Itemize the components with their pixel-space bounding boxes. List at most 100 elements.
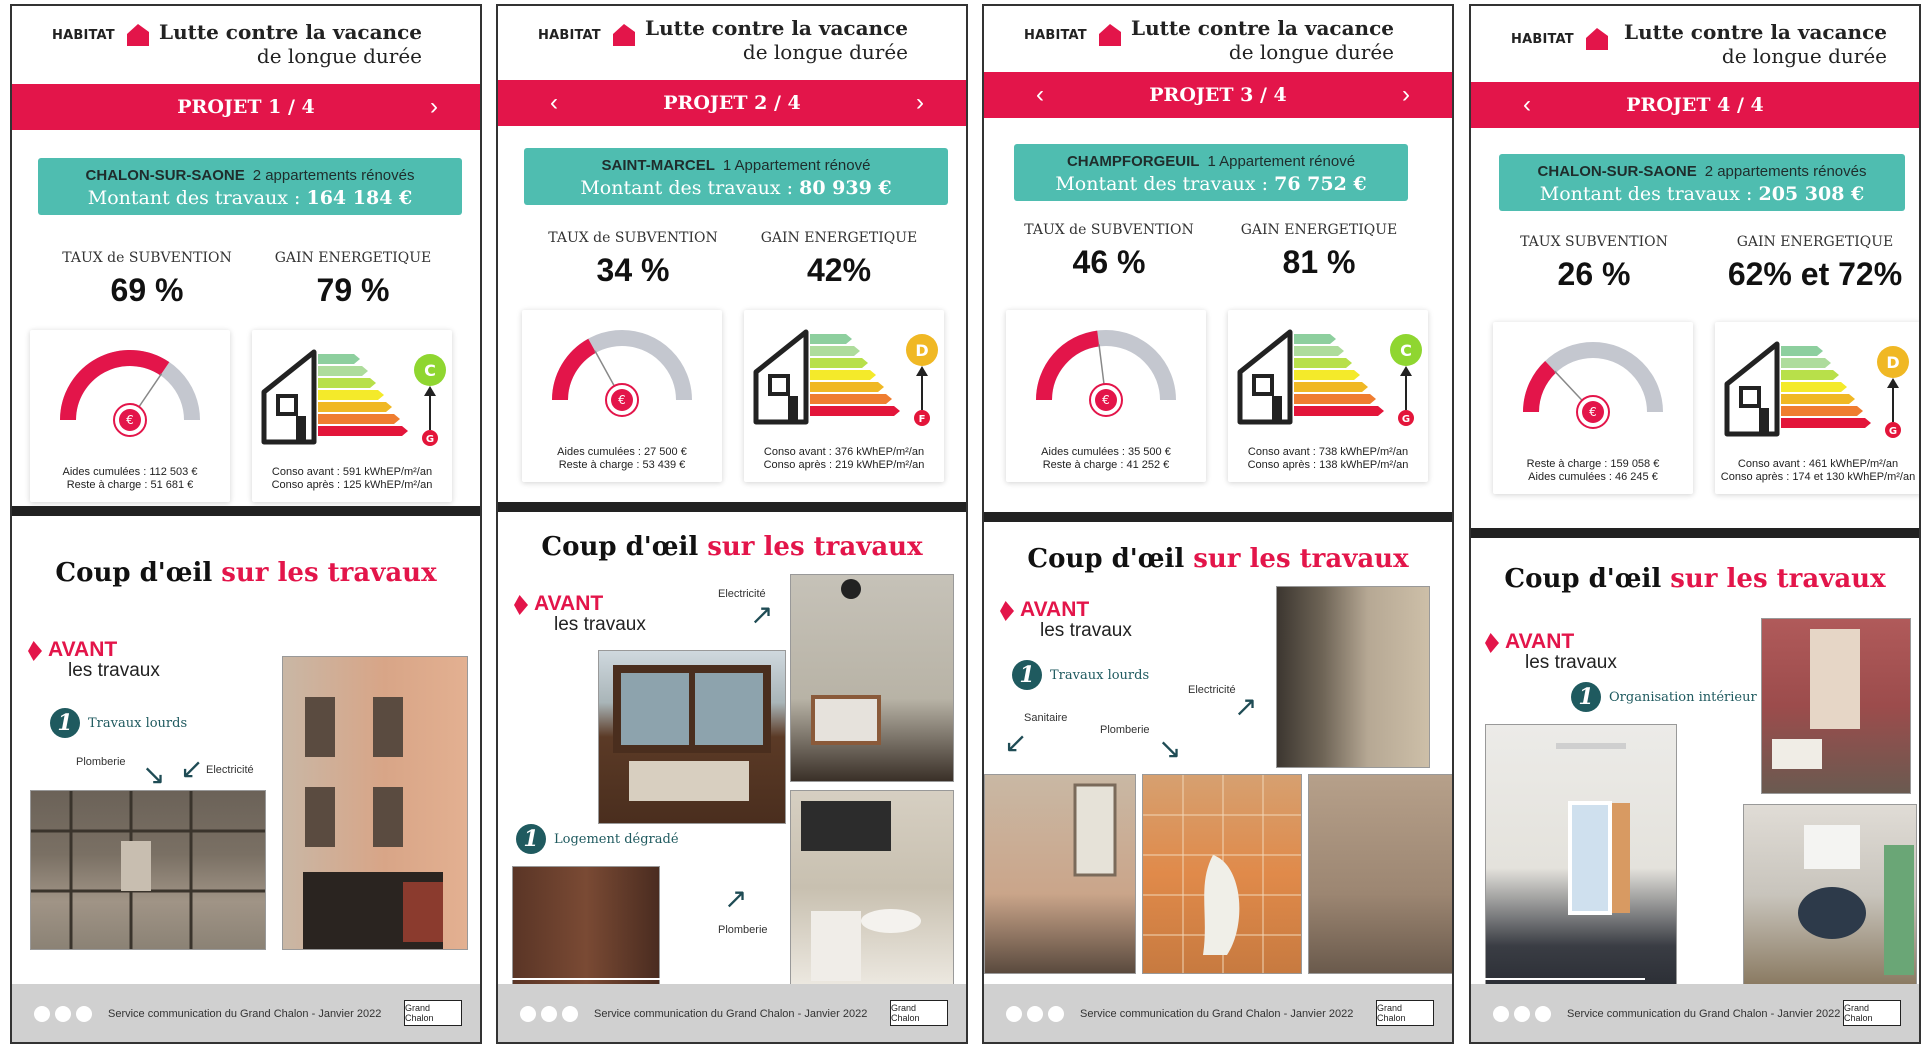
before-photo-2[interactable] <box>1761 618 1911 794</box>
work-type-label: Organisation intérieur <box>1609 689 1757 705</box>
room-image <box>1073 783 1117 877</box>
title-line2: de longue durée <box>256 44 422 68</box>
amount-label: Montant des travaux : <box>580 177 794 199</box>
aid-line2: Reste à charge : 41 252 € <box>1042 459 1170 471</box>
amount-label: Montant des travaux : <box>1055 173 1269 195</box>
energy-band <box>1781 370 1839 380</box>
habitat-house-icon <box>1098 24 1121 46</box>
amount-value: 80 939 € <box>799 177 892 199</box>
prev-project-button[interactable]: ‹ <box>1507 82 1547 128</box>
energy-band <box>810 370 876 380</box>
before-photo-3[interactable] <box>512 866 660 986</box>
amount-value: 205 308 € <box>1758 183 1865 205</box>
energy-band <box>1781 346 1823 356</box>
before-photo-3[interactable] <box>1743 804 1917 986</box>
subsidy-gauge: € <box>60 350 200 437</box>
project-navbar: PROJET 1 / 4 › <box>12 84 480 130</box>
before-label: AVANT les travaux <box>26 638 160 682</box>
next-project-button[interactable]: › <box>1386 72 1426 118</box>
subsidy-stat: TAUX de SUBVENTION 46 % <box>1014 222 1204 281</box>
house-door-icon <box>1759 408 1769 434</box>
brand-name: HABITAT <box>538 27 601 43</box>
before-subtitle: les travaux <box>1525 652 1617 673</box>
subsidy-label: TAUX de SUBVENTION <box>1024 222 1194 238</box>
before-photo-1[interactable] <box>1276 586 1430 768</box>
next-project-button[interactable]: › <box>414 84 454 130</box>
before-photo-1[interactable] <box>598 650 786 824</box>
energy-band <box>810 382 884 392</box>
energy-value: 79 % <box>316 272 390 308</box>
subsidy-stat: TAUX SUBVENTION 26 % <box>1499 234 1689 293</box>
house-window-icon <box>1252 374 1274 396</box>
note-electricity: Electricité <box>1188 684 1236 696</box>
conso-after: Conso après : 125 kWhEP/m²/an <box>271 479 433 491</box>
title-line1: Lutte contre la vacance <box>645 16 908 40</box>
before-photo-2[interactable] <box>984 774 1136 974</box>
energy-band <box>1781 358 1831 368</box>
energy-band <box>810 358 868 368</box>
energy-band <box>318 366 368 376</box>
energy-label: GAIN ENERGETIQUE <box>1240 222 1398 238</box>
footer-credit: Service communication du Grand Chalon - … <box>1080 1008 1354 1020</box>
energy-class-after-text: D <box>915 341 928 360</box>
title-line2: de longue durée <box>1228 40 1394 64</box>
prev-project-button[interactable]: ‹ <box>534 80 574 126</box>
pagination-dots[interactable] <box>1493 1006 1551 1022</box>
subsidy-label: TAUX de SUBVENTION <box>62 250 232 266</box>
amount-value: 76 752 € <box>1274 173 1367 195</box>
note-sanitary: Sanitaire <box>1024 712 1068 724</box>
energy-band <box>1781 418 1871 428</box>
project-label: PROJET 4 / 4 <box>1626 94 1764 116</box>
conso-after: Conso après : 174 et 130 kWhEP/m²/an <box>1720 471 1916 483</box>
energy-band <box>1294 334 1336 344</box>
energy-band <box>318 426 408 436</box>
house-door-icon <box>788 396 798 422</box>
house-window-icon <box>1739 386 1761 408</box>
energy-band <box>810 346 860 356</box>
works-heading-dark: Coup d'œil <box>541 532 699 562</box>
before-photo-1[interactable] <box>1485 724 1677 986</box>
project-panel-1: HABITAT Lutte contre la vacance de longu… <box>10 4 482 1044</box>
project-city: CHAMPFORGEUIL <box>1066 153 1200 170</box>
before-photo-3[interactable] <box>1142 774 1302 974</box>
before-photo-4[interactable] <box>1308 774 1452 974</box>
pagination-dots[interactable] <box>34 1006 92 1022</box>
project-label: PROJET 2 / 4 <box>663 92 801 114</box>
project-navbar: ‹ PROJET 4 / 4 <box>1471 82 1919 128</box>
before-label: AVANT les travaux <box>512 592 646 636</box>
work-type: 1 Organisation intérieur <box>1571 682 1757 712</box>
euro-glyph: € <box>126 413 134 427</box>
work-type-label: Logement dégradé <box>554 831 679 847</box>
subsidy-value: 34 % <box>596 252 670 288</box>
energy-arrow-head <box>1887 378 1899 388</box>
prev-project-button[interactable]: ‹ <box>1020 72 1060 118</box>
energy-label-card: DF Conso avant : 376 kWhEP/m²/an Conso ap… <box>744 310 944 482</box>
works-heading-accent: sur les travaux <box>1670 564 1886 594</box>
before-photo-1[interactable] <box>30 790 266 950</box>
before-photo-2[interactable] <box>282 656 468 950</box>
energy-band <box>1781 382 1847 392</box>
section-divider <box>12 506 480 516</box>
energy-band <box>318 378 376 388</box>
next-project-button[interactable]: › <box>900 80 940 126</box>
arrow-icon: ↗ <box>724 883 748 914</box>
project-navbar: ‹ PROJET 3 / 4 › <box>984 72 1452 118</box>
work-type: 1 Logement dégradé <box>516 824 679 854</box>
before-photo-2[interactable] <box>790 574 954 782</box>
conso-before: Conso avant : 738 kWhEP/m²/an <box>1247 446 1409 458</box>
subsidy-value: 46 % <box>1072 244 1146 280</box>
arrow-icon: ↙ <box>180 753 204 784</box>
project-navbar: ‹ PROJET 2 / 4 › <box>498 80 966 126</box>
work-type: 1 Travaux lourds <box>50 708 187 738</box>
energy-arrow-head <box>1400 366 1412 376</box>
subsidy-label: TAUX de SUBVENTION <box>548 230 718 246</box>
before-photo-4[interactable] <box>790 790 954 986</box>
subsidy-gauge-card: € Aides cumulées : 35 500 € Reste à charg… <box>1006 310 1206 482</box>
energy-label-graphic: CG <box>261 349 446 446</box>
pagination-dots[interactable] <box>520 1006 578 1022</box>
room-image <box>1772 629 1860 769</box>
energy-band <box>1294 346 1344 356</box>
toilet-image <box>1798 825 1914 975</box>
pagination-dots[interactable] <box>1006 1006 1064 1022</box>
brand: HABITAT <box>52 22 151 48</box>
